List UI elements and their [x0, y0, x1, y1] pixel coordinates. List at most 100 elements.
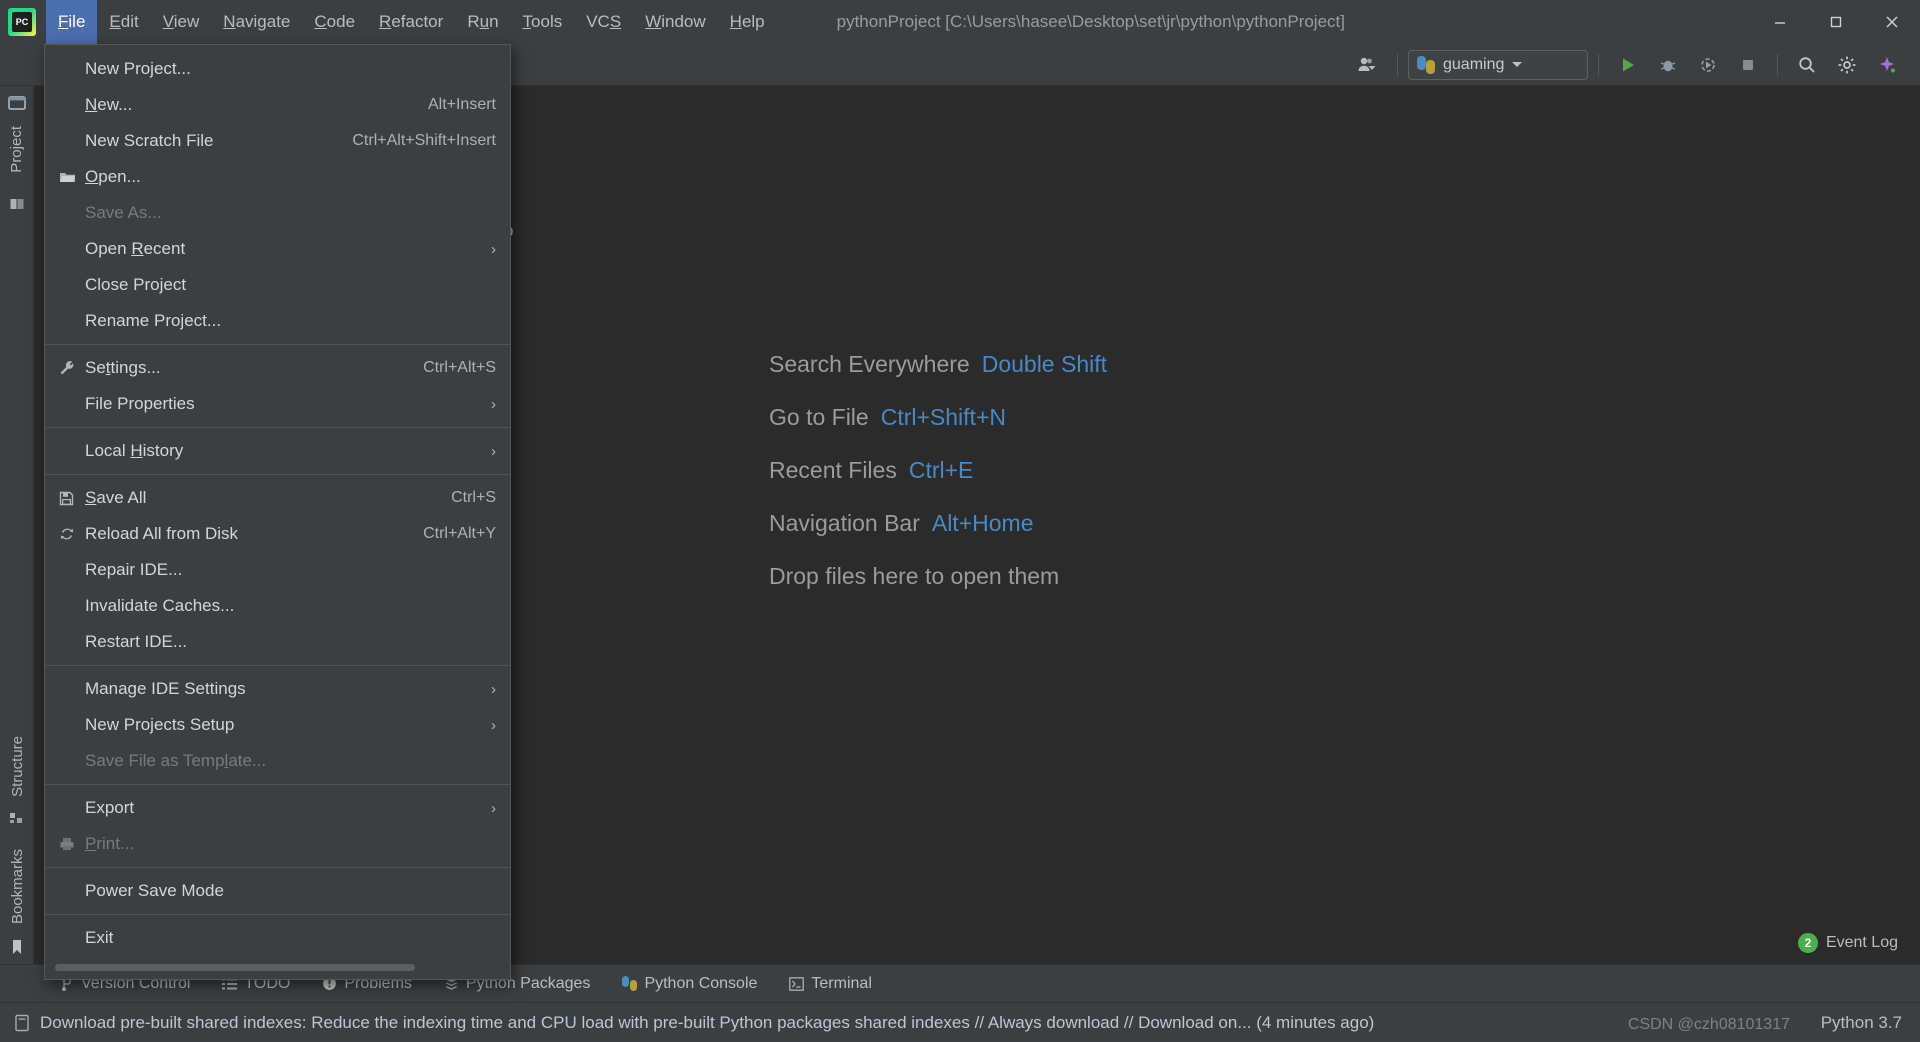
menu-separator: [45, 474, 510, 475]
window-controls: [1752, 0, 1920, 44]
scrollbar-thumb[interactable]: [55, 964, 415, 971]
hint-drop-files: Drop files here to open them: [769, 563, 1107, 590]
run-button[interactable]: [1611, 50, 1645, 80]
menu-item-file-properties[interactable]: File Properties ›: [45, 386, 510, 422]
toolbar-separator: [1397, 53, 1398, 76]
search-icon[interactable]: [1790, 50, 1824, 80]
sidebar-item-project-label[interactable]: Project: [8, 120, 25, 179]
menu-help[interactable]: Help: [718, 0, 777, 44]
hint-recent-files: Recent Files Ctrl+E: [769, 457, 1107, 484]
menu-navigate[interactable]: Navigate: [211, 0, 302, 44]
notification-icon: [14, 1014, 30, 1032]
status-message[interactable]: Download pre-built shared indexes: Reduc…: [40, 1013, 1374, 1033]
toolwindow-terminal[interactable]: Terminal: [773, 965, 887, 1003]
menu-item-settings[interactable]: Settings... Ctrl+Alt+S: [45, 350, 510, 386]
menu-item-label: Save File as Template...: [85, 751, 267, 770]
menu-vcs[interactable]: VCS: [574, 0, 633, 44]
structure-icon[interactable]: [0, 803, 34, 833]
hint-navigation-bar: Navigation Bar Alt+Home: [769, 510, 1107, 537]
menu-item-label: File Properties: [85, 394, 195, 413]
hint-shortcut: Double Shift: [981, 351, 1108, 377]
ai-assistant-icon[interactable]: [1870, 50, 1904, 80]
menu-item-label: Close Project: [85, 275, 187, 294]
menu-item-label: Reload All from Disk: [85, 524, 239, 543]
chevron-right-icon: ›: [491, 680, 496, 698]
sidebar-item-project-icon[interactable]: [0, 86, 34, 120]
menu-horizontal-scrollbar[interactable]: [55, 962, 500, 973]
menu-item-save-all[interactable]: Save All Ctrl+S: [45, 480, 510, 516]
python-interpreter-status[interactable]: Python 3.7: [1821, 1013, 1902, 1033]
minimize-icon[interactable]: [1752, 0, 1808, 44]
file-menu-popup[interactable]: New Project... New... Alt+Insert New Scr…: [44, 44, 511, 980]
menu-item-export[interactable]: Export ›: [45, 790, 510, 826]
hint-shortcut: Ctrl+Shift+N: [880, 404, 1006, 430]
menu-item-close-project[interactable]: Close Project: [45, 267, 510, 303]
menu-item-shortcut: Ctrl+Alt+S: [423, 359, 496, 376]
menu-refactor[interactable]: Refactor: [367, 0, 455, 44]
menu-item-label: Manage IDE Settings: [85, 679, 246, 698]
maximize-icon[interactable]: [1808, 0, 1864, 44]
menu-item-rename-project[interactable]: Rename Project...: [45, 303, 510, 339]
menu-code[interactable]: Code: [302, 0, 367, 44]
refresh-icon: [59, 526, 85, 542]
close-icon[interactable]: [1864, 0, 1920, 44]
menu-item-label: Save As...: [85, 203, 162, 222]
menu-item-label: Open...: [85, 167, 141, 186]
menu-edit[interactable]: Edit: [97, 0, 150, 44]
project-title: pythonProject [C:\Users\hasee\Desktop\se…: [836, 12, 1345, 31]
sidebar-item-structure-label[interactable]: Structure: [9, 730, 26, 803]
hint-label: Recent Files: [769, 457, 897, 483]
left-stripe-top: Project: [0, 86, 34, 221]
toolwindow-label: Python Console: [644, 974, 758, 992]
menu-item-repair-ide[interactable]: Repair IDE...: [45, 552, 510, 588]
menu-item-shortcut: Ctrl+Alt+Shift+Insert: [352, 132, 496, 149]
menu-item-label: Exit: [85, 928, 114, 947]
chevron-right-icon: ›: [491, 799, 496, 817]
printer-icon: [59, 837, 85, 851]
menu-item-label: Invalidate Caches...: [85, 596, 235, 615]
user-account-icon[interactable]: [1351, 50, 1385, 80]
menu-item-reload-all-from-disk[interactable]: Reload All from Disk Ctrl+Alt+Y: [45, 516, 510, 552]
debug-button[interactable]: [1651, 50, 1685, 80]
menu-item-new-scratch-file[interactable]: New Scratch File Ctrl+Alt+Shift+Insert: [45, 123, 510, 159]
menu-item-power-save-mode[interactable]: Power Save Mode: [45, 873, 510, 909]
menu-item-invalidate-caches[interactable]: Invalidate Caches...: [45, 588, 510, 624]
menu-tools[interactable]: Tools: [511, 0, 575, 44]
run-coverage-button[interactable]: [1691, 50, 1725, 80]
menu-item-new[interactable]: New... Alt+Insert: [45, 87, 510, 123]
stop-button[interactable]: [1731, 50, 1765, 80]
menu-item-label: Print...: [85, 834, 135, 853]
menu-view[interactable]: View: [151, 0, 212, 44]
sidebar-item-bookmarks-label[interactable]: Bookmarks: [9, 843, 26, 930]
menu-window[interactable]: Window: [633, 0, 717, 44]
left-tool-stripe: Project Structure Bookmarks: [0, 86, 34, 964]
event-log-label: Event Log: [1825, 934, 1898, 951]
menu-item-exit[interactable]: Exit: [45, 920, 510, 956]
menu-item-label: Save All: [85, 488, 147, 507]
menu-run[interactable]: Run: [455, 0, 510, 44]
menu-item-open[interactable]: Open...: [45, 159, 510, 195]
watermark-text: CSDN @czh08101317: [1627, 1016, 1790, 1033]
menu-items: File Edit View Navigate Code Refactor Ru…: [46, 0, 777, 44]
pycharm-logo-icon: PC: [8, 8, 36, 36]
run-configuration-selector[interactable]: guaming: [1408, 49, 1588, 80]
gear-icon[interactable]: [1830, 50, 1864, 80]
menu-item-label: New...: [85, 95, 133, 114]
menu-item-new-project[interactable]: New Project...: [45, 51, 510, 87]
commit-icon[interactable]: [0, 187, 34, 221]
menu-separator: [45, 427, 510, 428]
menu-item-label: New Projects Setup: [85, 715, 235, 734]
left-stripe-bottom: Structure Bookmarks: [0, 730, 34, 964]
event-log-button[interactable]: 2 Event Log: [1797, 924, 1898, 962]
menu-item-local-history[interactable]: Local History ›: [45, 433, 510, 469]
menu-item-restart-ide[interactable]: Restart IDE...: [45, 624, 510, 660]
menu-item-manage-ide-settings[interactable]: Manage IDE Settings ›: [45, 671, 510, 707]
menu-item-shortcut: Alt+Insert: [427, 96, 496, 113]
bookmark-icon[interactable]: [0, 930, 34, 964]
menu-file[interactable]: File: [46, 0, 98, 44]
toolwindow-python-console[interactable]: Python Console: [606, 965, 773, 1003]
menu-item-open-recent[interactable]: Open Recent ›: [45, 231, 510, 267]
menu-item-label: Repair IDE...: [85, 560, 183, 579]
toolwindow-label: Terminal: [811, 974, 872, 992]
menu-item-new-projects-setup[interactable]: New Projects Setup ›: [45, 707, 510, 743]
